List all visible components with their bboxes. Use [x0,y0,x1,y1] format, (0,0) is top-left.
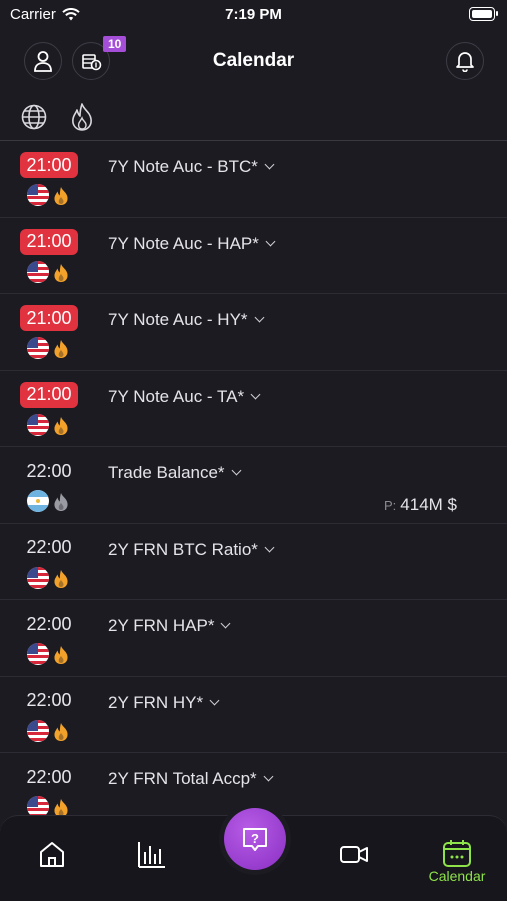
event-row[interactable]: 21:00 7Y Note Auc - TA* [0,371,507,447]
impact-flame-icon [54,340,68,358]
help-icon: ? [243,828,267,851]
impact-flame-icon [54,416,68,435]
event-title: 2Y FRN Total Accp* [108,769,257,788]
event-title: Trade Balance* [108,463,225,482]
flame-icon [72,103,92,131]
previous-value: P: 414M $ [384,495,457,515]
chevron-down-icon [231,465,242,476]
us-flag-icon [27,719,49,742]
event-title: 2Y FRN BTC Ratio* [108,539,258,559]
event-row[interactable]: 21:00 7Y Note Auc - HY* [0,294,507,371]
event-time: 21:00 [20,381,78,408]
event-time: 21:00 [20,152,78,178]
events-list: 21:00 7Y Note Auc - BTC* 21:00 7Y Note Auc … [0,141,507,830]
event-row[interactable]: 22:00 Trade Balance* P: 414M $ [0,447,507,524]
impact-flame-icon [54,263,68,282]
clock: 7:19 PM [225,6,282,23]
us-flag-icon [27,643,49,665]
battery-icon [469,7,498,21]
chevron-down-icon [221,618,231,629]
calendar-icon [443,840,471,867]
video-icon [340,846,368,863]
event-title: 7Y Note Auc - HAP* [108,233,259,253]
notifications-button[interactable] [446,42,484,80]
us-flag-icon [27,413,49,436]
country-filter-button[interactable] [20,103,48,131]
chevron-down-icon [264,542,275,552]
us-flag-icon [27,184,49,206]
event-title-toggle[interactable]: 2Y FRN Total Accp* [108,769,274,789]
tab-video[interactable] [329,838,379,898]
chevron-down-icon [209,695,220,705]
chevron-down-icon [263,771,274,782]
tab-charts[interactable] [127,838,177,898]
event-time: 21:00 [20,305,78,331]
event-title-toggle[interactable]: 7Y Note Auc - BTC* [108,157,275,177]
event-title: 7Y Note Auc - BTC* [108,157,258,176]
bell-icon [456,52,474,72]
event-row[interactable]: 22:00 2Y FRN HAP* [0,600,507,677]
event-time: 22:00 [26,690,72,710]
us-flag-icon [27,260,49,283]
filter-bar [20,100,96,134]
event-row[interactable]: 21:00 7Y Note Auc - HAP* [0,218,507,294]
argentina-flag-icon [27,490,49,512]
event-title-toggle[interactable]: 7Y Note Auc - HAP* [108,233,276,254]
header: 10 Calendar [0,36,507,86]
previous-label: P: [384,498,397,513]
chevron-down-icon [265,236,276,246]
impact-flame-icon [54,569,68,588]
chevron-down-icon [250,389,261,399]
tab-home[interactable] [27,838,77,898]
chevron-down-icon [254,312,264,323]
event-title: 7Y Note Auc - HY* [108,310,248,329]
impact-filter-button[interactable] [68,102,96,132]
event-time: 22:00 [26,537,72,557]
event-title-toggle[interactable]: 7Y Note Auc - HY* [108,310,264,330]
event-time: 22:00 [26,460,72,481]
previous-amount: 414M $ [400,495,457,514]
event-title: 2Y FRN HY* [108,692,204,712]
event-row[interactable]: 21:00 7Y Note Auc - BTC* [0,141,507,218]
event-title-toggle[interactable]: 2Y FRN BTC Ratio* [108,539,275,560]
us-flag-icon [27,566,49,589]
event-title: 7Y Note Auc - TA* [108,386,245,406]
page-title: Calendar [212,50,295,71]
home-icon [40,842,64,867]
event-title-toggle[interactable]: 2Y FRN HY* [108,692,220,713]
globe-icon [21,104,47,130]
impact-flame-icon [54,187,68,205]
impact-flame-icon [54,493,68,511]
impact-flame-icon [54,646,68,664]
event-time: 21:00 [20,228,78,255]
event-time: 22:00 [26,766,72,787]
event-title: 2Y FRN HAP* [108,616,215,635]
impact-flame-icon [54,722,68,741]
help-button[interactable]: ? [224,808,286,870]
status-bar: Carrier 7:19 PM [0,0,507,30]
event-title-toggle[interactable]: Trade Balance* [108,463,242,483]
us-flag-icon [27,337,49,359]
event-title-toggle[interactable]: 2Y FRN HAP* [108,616,231,636]
tab-calendar-label: Calendar [428,868,486,884]
chart-icon [138,842,165,868]
event-title-toggle[interactable]: 7Y Note Auc - TA* [108,386,261,407]
chevron-down-icon [264,159,275,170]
svg-text:?: ? [251,831,259,846]
tab-calendar[interactable]: Calendar [420,838,494,898]
event-time: 22:00 [26,613,72,634]
event-row[interactable]: 22:00 2Y FRN HY* [0,677,507,753]
event-row[interactable]: 22:00 2Y FRN BTC Ratio* [0,524,507,600]
